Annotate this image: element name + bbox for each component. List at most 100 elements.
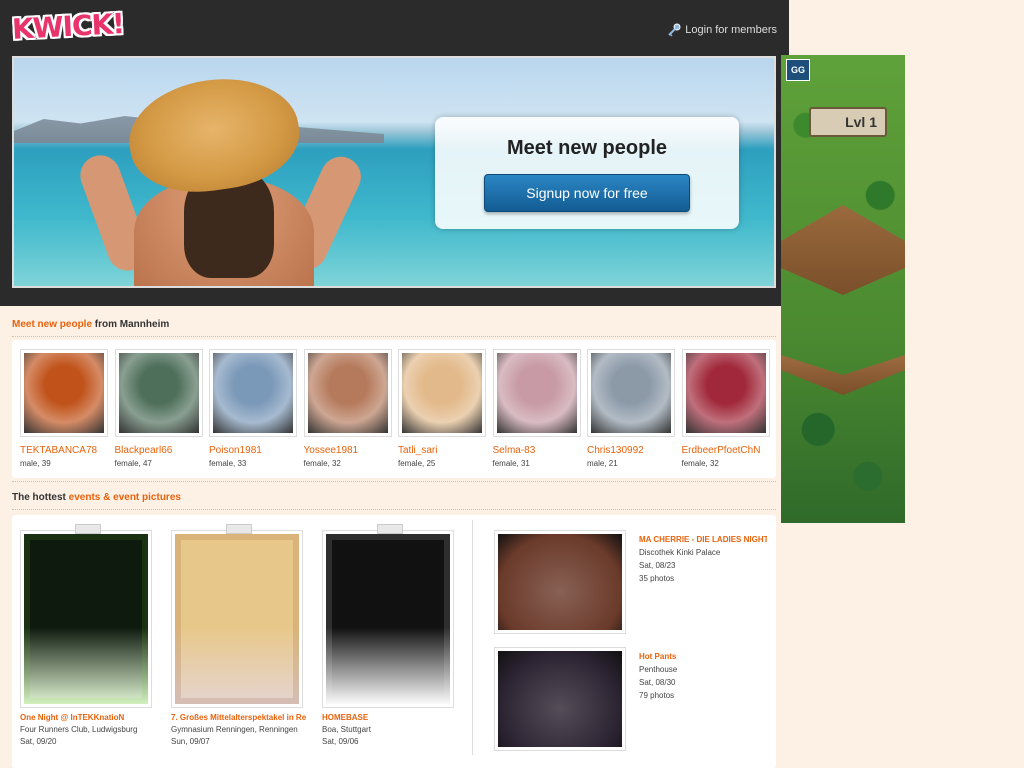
event-poster[interactable] [20,530,152,708]
event-photo[interactable] [494,530,626,634]
person-card[interactable]: Blackpearl66 female, 47 [114,349,205,468]
gallery-title[interactable]: MA CHERRIE - DIE LADIES NIGHT [639,535,767,544]
people-title-accent[interactable]: Meet new people [12,319,92,330]
person-card[interactable]: TEKTABANCA78 male, 39 [20,349,110,468]
person-name[interactable]: ErdbeerPfoetChN [682,445,770,456]
event-card[interactable]: 7. Großes Mittelalterspektakel in Rennin… [171,524,311,746]
person-info: female, 32 [303,459,341,468]
events-panel: One Night @ InTEKKnatioN Four Runners Clu… [12,515,776,768]
event-title[interactable]: HOMEBASE [322,713,457,722]
event-poster-image [24,534,148,704]
person-photo-image [496,353,577,433]
gallery-date: Sat, 08/23 [639,561,676,570]
event-photo-image [498,651,622,747]
ad-wall [781,355,905,395]
poster-clip [226,524,252,534]
person-photo[interactable] [492,349,581,437]
person-photo-image [591,353,671,433]
signup-button[interactable]: Signup now for free [484,174,690,212]
ad-level-badge: Lvl 1 [809,107,887,137]
people-panel: TEKTABANCA78 male, 39 Blackpearl66 female, … [12,340,776,478]
game-ad-banner[interactable]: GG Lvl 1 [781,55,905,523]
event-poster[interactable] [322,530,454,708]
gallery-title[interactable]: Hot Pants [639,652,767,661]
divider [12,336,776,337]
event-title[interactable]: One Night @ InTEKKnatioN [20,713,155,722]
hero-headline: Meet new people [506,137,668,159]
event-card[interactable]: HOMEBASE Boa, Stuttgart Sat, 09/06 [322,524,462,746]
person-info: female, 33 [209,459,247,468]
event-card[interactable]: One Night @ InTEKKnatioN Four Runners Clu… [20,524,160,746]
event-poster-image [175,534,299,704]
person-info: female, 47 [114,459,152,468]
person-name[interactable]: Yossee1981 [304,445,392,456]
event-date: Sat, 09/20 [20,737,57,746]
person-card[interactable]: Tatli_sari female, 25 [398,349,488,468]
hero-banner: Meet new people Signup now for free [12,56,776,288]
person-photo[interactable] [114,349,203,437]
poster-clip [377,524,403,534]
poster-clip [75,524,101,534]
person-photo[interactable] [587,349,675,437]
events-section-title: The hottest events & event pictures [12,492,181,503]
event-date: Sat, 09/06 [322,737,359,746]
event-location: Four Runners Club, Ludwigsburg [20,725,138,734]
event-photo-image [498,534,622,630]
event-poster-image [326,534,450,704]
kwick-logo[interactable]: KWICK! [11,7,125,46]
events-title-accent[interactable]: events & event pictures [69,492,181,503]
person-name[interactable]: Tatli_sari [398,445,486,456]
gallery-photo-count: 35 photos [639,574,675,583]
person-info: female, 32 [681,459,719,468]
person-photo[interactable] [20,349,108,437]
person-photo-image [118,353,199,433]
person-card[interactable]: Selma-83 female, 31 [492,349,583,468]
person-photo-image [685,353,766,433]
login-label[interactable]: Login for members [685,24,777,36]
person-card[interactable]: Chris130992 male, 21 [587,349,677,468]
person-photo[interactable] [681,349,770,437]
ad-badge: GG [786,59,810,81]
people-section-title: Meet new people from Mannheim [12,319,169,330]
person-info: male, 21 [587,459,618,468]
signup-box: Meet new people Signup now for free [435,117,739,229]
person-photo[interactable] [303,349,392,437]
gallery-venue: Discothek Kinki Palace [639,548,721,557]
key-icon [667,23,681,37]
divider [12,481,776,482]
event-poster[interactable] [171,530,303,708]
ad-fortress [781,205,905,295]
person-name[interactable]: Poison1981 [209,445,297,456]
person-name[interactable]: Selma-83 [493,445,581,456]
event-photo[interactable] [494,647,626,751]
divider [12,509,776,510]
events-title-rest: The hottest [12,492,69,503]
person-photo[interactable] [209,349,297,437]
event-date: Sun, 09/07 [171,737,210,746]
gallery-date: Sat, 08/30 [639,678,676,687]
person-photo-image [307,353,388,433]
site-header: KWICK! Login for members Meet new people… [0,0,789,306]
person-info: female, 25 [398,459,436,468]
person-name[interactable]: Chris130992 [587,445,675,456]
person-info: female, 31 [492,459,530,468]
person-photo-image [213,353,293,433]
gallery-photo-count: 79 photos [639,691,675,700]
column-separator [472,520,473,755]
login-link[interactable]: Login for members [667,23,777,37]
event-title[interactable]: 7. Großes Mittelalterspektakel in Rennin… [171,713,306,722]
person-info: male, 39 [20,459,51,468]
person-card[interactable]: Yossee1981 female, 32 [303,349,394,468]
person-card[interactable]: Poison1981 female, 33 [209,349,299,468]
gallery-venue: Penthouse [639,665,678,674]
event-location: Boa, Stuttgart [322,725,371,734]
event-location: Gymnasium Renningen, Renningen [171,725,298,734]
person-name[interactable]: Blackpearl66 [115,445,203,456]
person-card[interactable]: ErdbeerPfoetChN female, 32 [681,349,772,468]
event-pictures-text: MA CHERRIE - DIE LADIES NIGHT Discothek K… [639,535,769,583]
person-photo[interactable] [398,349,486,437]
person-name[interactable]: TEKTABANCA78 [20,445,108,456]
person-photo-image [24,353,104,433]
person-photo-image [402,353,482,433]
hero-sun-hat [122,68,306,202]
